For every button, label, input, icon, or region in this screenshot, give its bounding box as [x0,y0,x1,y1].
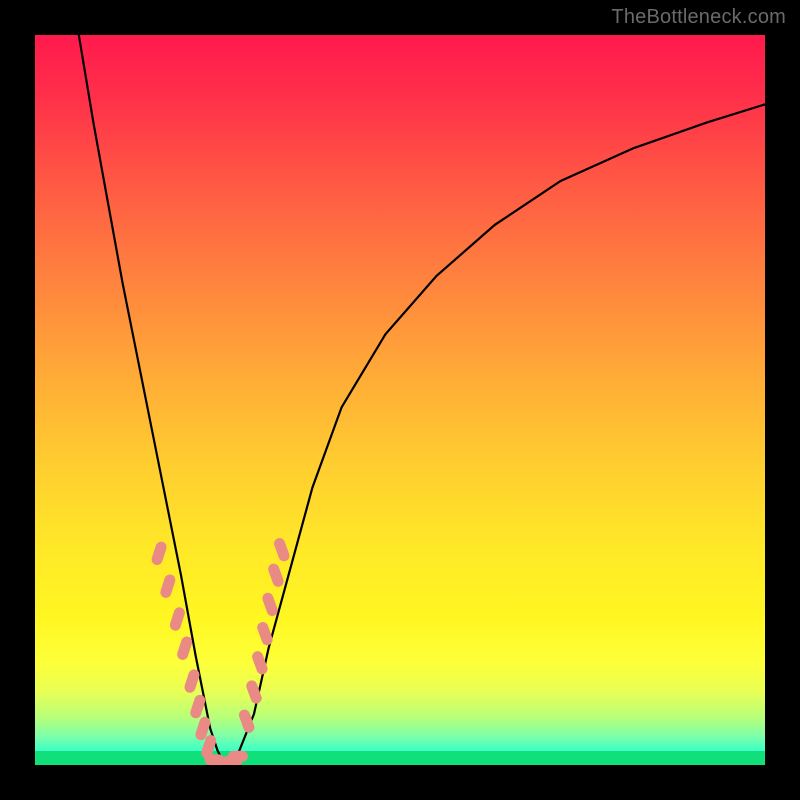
marker [272,536,291,562]
marker [176,635,194,661]
marker [183,668,201,694]
marker [267,562,286,588]
plot-area [35,35,765,765]
marker [168,606,186,632]
chart-frame: TheBottleneck.com [0,0,800,800]
watermark-label: TheBottleneck.com [611,6,786,29]
marker [256,620,275,646]
marker [228,751,248,762]
marker [261,591,280,617]
highlight-markers-left [150,540,218,760]
marker [189,693,207,719]
highlight-markers-right [237,536,291,734]
marker [159,573,177,599]
curve-layer [35,35,765,765]
marker [237,708,256,734]
marker [150,540,168,566]
